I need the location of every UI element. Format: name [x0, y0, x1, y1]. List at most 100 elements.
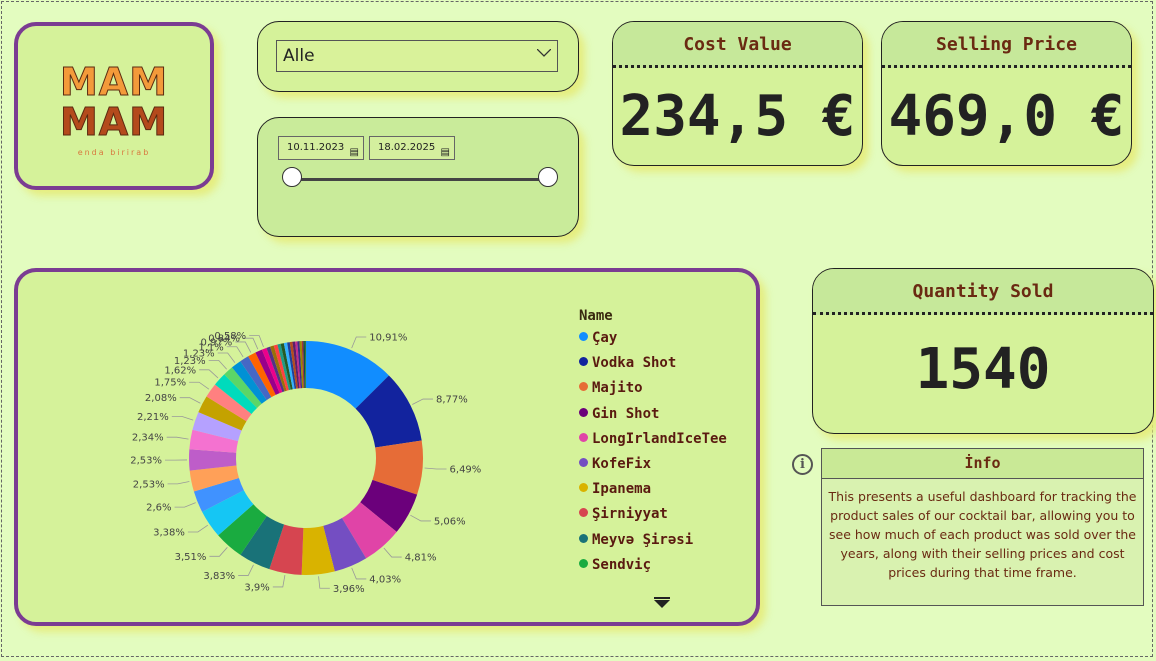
selling-price-card: Selling Price 469,0 € — [881, 21, 1132, 166]
data-label-leader — [424, 467, 447, 470]
data-label: 2,34% — [132, 433, 164, 444]
start-date-text: 10.11.2023 — [287, 142, 345, 153]
data-label: 3,38% — [153, 527, 185, 538]
end-date-input[interactable]: 18.02.2025 ▤ — [369, 136, 455, 160]
logo-card: MAM MAM enda birirab — [14, 22, 214, 190]
legend-marker — [579, 382, 588, 392]
date-slicer-card: 10.11.2023 ▤ 18.02.2025 ▤ — [257, 117, 579, 237]
legend-label: Majito — [592, 380, 643, 397]
legend-marker — [579, 332, 588, 341]
date-slider-start-handle[interactable] — [282, 167, 302, 187]
date-slider-track[interactable] — [292, 178, 548, 181]
filter-dropdown[interactable]: Alle — [276, 40, 558, 72]
legend-label: LongIrlandIceTee — [592, 430, 727, 447]
data-label: 1,75% — [154, 378, 186, 389]
info-icon[interactable]: i — [792, 454, 813, 475]
data-label-leader — [318, 576, 330, 589]
logo-tagline: enda birirab — [77, 148, 151, 157]
info-card: İnfo This presents a useful dashboard fo… — [821, 448, 1144, 606]
data-label: 6,49% — [450, 465, 482, 476]
data-label: 3,9% — [244, 582, 269, 593]
selling-price-label: Selling Price — [882, 22, 1131, 68]
chevron-down-icon — [537, 49, 551, 57]
data-label: 2,08% — [145, 393, 177, 404]
data-label: 1,62% — [164, 365, 196, 376]
data-label: 3,83% — [203, 571, 235, 582]
legend-label: Gin Shot — [592, 405, 660, 422]
data-label-leader — [238, 564, 254, 576]
calendar-icon[interactable]: ▤ — [441, 142, 450, 164]
data-label: 3,51% — [175, 552, 207, 563]
quantity-sold-label: Quantity Sold — [813, 269, 1153, 315]
legend-item[interactable]: Sendviç — [579, 557, 651, 573]
quantity-sold-value: 1540 — [915, 337, 1051, 402]
logo-line-1: MAM — [59, 60, 169, 104]
filter-selected-value: Alle — [283, 46, 315, 66]
selling-price-value: 469,0 € — [888, 84, 1125, 149]
data-label: 4,81% — [405, 553, 437, 564]
data-label: 5,06% — [434, 516, 466, 527]
data-label-leader — [166, 436, 189, 440]
date-slider-end-handle[interactable] — [538, 167, 558, 187]
legend-item[interactable]: Vodka Shot — [579, 355, 676, 371]
legend-item[interactable]: Meyvə Şirəsi — [579, 532, 693, 548]
data-label: 3,96% — [333, 584, 365, 595]
legend-scroll-down-icon[interactable] — [654, 597, 670, 608]
info-text: This presents a useful dashboard for tra… — [828, 489, 1137, 580]
legend-item[interactable]: LongIrlandIceTee — [579, 431, 727, 447]
data-label: 0,58% — [214, 331, 246, 342]
data-label: 2,53% — [133, 479, 165, 490]
legend-item[interactable]: Gin Shot — [579, 406, 659, 422]
legend-title: Name — [579, 308, 613, 324]
legend-label: Meyvə Şirəsi — [592, 531, 694, 548]
data-label: 8,77% — [436, 395, 468, 406]
data-label: 10,91% — [369, 333, 407, 344]
legend-label: Vodka Shot — [592, 355, 677, 372]
cost-value-label: Cost Value — [613, 22, 862, 68]
legend-marker — [579, 458, 588, 467]
data-label-leader — [383, 547, 402, 558]
legend-marker — [579, 558, 588, 568]
data-label-leader — [272, 575, 286, 588]
filter-slicer-card: Alle — [257, 21, 579, 92]
data-label-leader — [171, 415, 194, 421]
data-label-leader — [167, 481, 190, 485]
end-date-text: 18.02.2025 — [378, 142, 436, 153]
donut-chart: 10,91% 8,77% 6,49% 5,06% 4,81% 4,03% 3,96% 3,9%… — [130, 331, 482, 595]
cost-value: 234,5 € — [619, 84, 856, 149]
data-label-leader — [174, 502, 196, 508]
quantity-sold-card: Quantity Sold 1540 — [812, 268, 1154, 434]
data-label-leader — [208, 359, 227, 370]
data-label-leader — [351, 567, 367, 580]
legend-label: Şirniyyat — [592, 506, 668, 523]
legend-marker — [579, 407, 588, 417]
legend-marker — [579, 533, 588, 543]
data-label-leader — [179, 397, 201, 404]
logo-line-2: MAM — [59, 100, 169, 144]
donut-chart-card: 10,91% 8,77% 6,49% 5,06% 4,81% 4,03% 3,96% 3,9%… — [14, 268, 760, 626]
data-label-leader — [209, 547, 228, 557]
start-date-input[interactable]: 10.11.2023 ▤ — [278, 136, 364, 160]
legend-marker — [579, 483, 588, 493]
data-label-leader — [199, 369, 219, 379]
legend-item[interactable]: Şirniyyat — [579, 506, 668, 522]
data-label: 2,6% — [146, 503, 171, 514]
legend-label: Çay — [592, 330, 618, 346]
data-label-leader — [189, 381, 210, 390]
data-label: 2,21% — [137, 412, 169, 423]
legend-item[interactable]: Çay — [579, 330, 617, 346]
data-label: 4,03% — [369, 574, 401, 585]
legend-item[interactable]: Ipanema — [579, 481, 651, 497]
legend-marker — [579, 432, 588, 442]
data-label-leader — [351, 336, 367, 349]
cost-value-card: Cost Value 234,5 € — [612, 21, 863, 166]
legend-item[interactable]: KofeFix — [579, 456, 651, 472]
legend-marker — [579, 357, 588, 367]
data-label-leader — [410, 514, 431, 522]
legend-label: Ipanema — [592, 481, 652, 498]
calendar-icon[interactable]: ▤ — [350, 142, 359, 164]
legend-item[interactable]: Majito — [579, 380, 643, 396]
info-title: İnfo — [822, 449, 1143, 479]
data-label-leader — [217, 352, 236, 363]
data-label: 2,53% — [130, 456, 162, 467]
